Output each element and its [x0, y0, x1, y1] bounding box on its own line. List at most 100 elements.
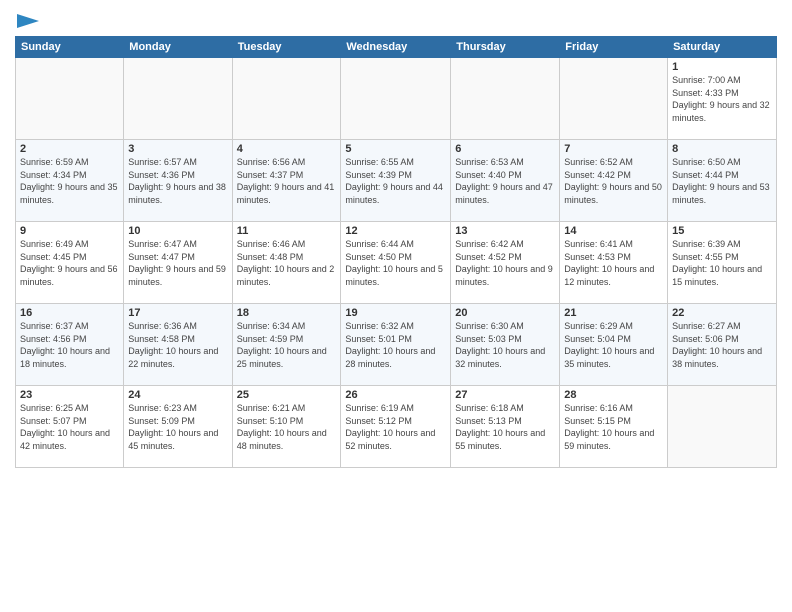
day-number: 16 — [20, 307, 119, 319]
calendar-cell: 25Sunrise: 6:21 AM Sunset: 5:10 PM Dayli… — [232, 386, 341, 468]
day-info: Sunrise: 6:36 AM Sunset: 4:58 PM Dayligh… — [128, 320, 227, 370]
day-info: Sunrise: 6:41 AM Sunset: 4:53 PM Dayligh… — [564, 238, 663, 288]
calendar-cell: 5Sunrise: 6:55 AM Sunset: 4:39 PM Daylig… — [341, 140, 451, 222]
weekday-header-row: SundayMondayTuesdayWednesdayThursdayFrid… — [16, 37, 777, 58]
calendar-cell: 14Sunrise: 6:41 AM Sunset: 4:53 PM Dayli… — [560, 222, 668, 304]
calendar-cell — [16, 58, 124, 140]
calendar-cell: 10Sunrise: 6:47 AM Sunset: 4:47 PM Dayli… — [124, 222, 232, 304]
day-number: 11 — [237, 225, 337, 237]
calendar-table: SundayMondayTuesdayWednesdayThursdayFrid… — [15, 36, 777, 468]
day-number: 1 — [672, 61, 772, 73]
day-number: 2 — [20, 143, 119, 155]
day-number: 8 — [672, 143, 772, 155]
day-info: Sunrise: 6:21 AM Sunset: 5:10 PM Dayligh… — [237, 402, 337, 452]
day-number: 19 — [345, 307, 446, 319]
day-info: Sunrise: 6:49 AM Sunset: 4:45 PM Dayligh… — [20, 238, 119, 288]
calendar-cell: 28Sunrise: 6:16 AM Sunset: 5:15 PM Dayli… — [560, 386, 668, 468]
day-info: Sunrise: 6:52 AM Sunset: 4:42 PM Dayligh… — [564, 156, 663, 206]
calendar-cell: 22Sunrise: 6:27 AM Sunset: 5:06 PM Dayli… — [668, 304, 777, 386]
day-info: Sunrise: 6:39 AM Sunset: 4:55 PM Dayligh… — [672, 238, 772, 288]
calendar-cell: 17Sunrise: 6:36 AM Sunset: 4:58 PM Dayli… — [124, 304, 232, 386]
calendar-cell: 6Sunrise: 6:53 AM Sunset: 4:40 PM Daylig… — [451, 140, 560, 222]
day-number: 7 — [564, 143, 663, 155]
calendar-cell: 21Sunrise: 6:29 AM Sunset: 5:04 PM Dayli… — [560, 304, 668, 386]
day-info: Sunrise: 6:50 AM Sunset: 4:44 PM Dayligh… — [672, 156, 772, 206]
day-info: Sunrise: 6:56 AM Sunset: 4:37 PM Dayligh… — [237, 156, 337, 206]
calendar-cell: 1Sunrise: 7:00 AM Sunset: 4:33 PM Daylig… — [668, 58, 777, 140]
day-number: 22 — [672, 307, 772, 319]
calendar-cell: 11Sunrise: 6:46 AM Sunset: 4:48 PM Dayli… — [232, 222, 341, 304]
logo-arrow-icon — [17, 10, 39, 32]
day-info: Sunrise: 6:30 AM Sunset: 5:03 PM Dayligh… — [455, 320, 555, 370]
day-number: 21 — [564, 307, 663, 319]
calendar-cell: 27Sunrise: 6:18 AM Sunset: 5:13 PM Dayli… — [451, 386, 560, 468]
day-info: Sunrise: 6:32 AM Sunset: 5:01 PM Dayligh… — [345, 320, 446, 370]
day-number: 25 — [237, 389, 337, 401]
calendar-cell: 20Sunrise: 6:30 AM Sunset: 5:03 PM Dayli… — [451, 304, 560, 386]
calendar-cell: 8Sunrise: 6:50 AM Sunset: 4:44 PM Daylig… — [668, 140, 777, 222]
calendar-cell: 12Sunrise: 6:44 AM Sunset: 4:50 PM Dayli… — [341, 222, 451, 304]
calendar-cell — [451, 58, 560, 140]
day-number: 12 — [345, 225, 446, 237]
calendar-cell: 15Sunrise: 6:39 AM Sunset: 4:55 PM Dayli… — [668, 222, 777, 304]
day-info: Sunrise: 6:55 AM Sunset: 4:39 PM Dayligh… — [345, 156, 446, 206]
logo — [15, 10, 39, 32]
day-info: Sunrise: 6:44 AM Sunset: 4:50 PM Dayligh… — [345, 238, 446, 288]
day-number: 4 — [237, 143, 337, 155]
day-number: 17 — [128, 307, 227, 319]
day-number: 6 — [455, 143, 555, 155]
weekday-header-thursday: Thursday — [451, 37, 560, 58]
day-info: Sunrise: 6:19 AM Sunset: 5:12 PM Dayligh… — [345, 402, 446, 452]
day-info: Sunrise: 6:46 AM Sunset: 4:48 PM Dayligh… — [237, 238, 337, 288]
day-info: Sunrise: 6:29 AM Sunset: 5:04 PM Dayligh… — [564, 320, 663, 370]
day-info: Sunrise: 6:34 AM Sunset: 4:59 PM Dayligh… — [237, 320, 337, 370]
day-info: Sunrise: 6:57 AM Sunset: 4:36 PM Dayligh… — [128, 156, 227, 206]
day-number: 13 — [455, 225, 555, 237]
week-row-2: 2Sunrise: 6:59 AM Sunset: 4:34 PM Daylig… — [16, 140, 777, 222]
day-number: 14 — [564, 225, 663, 237]
calendar-cell: 19Sunrise: 6:32 AM Sunset: 5:01 PM Dayli… — [341, 304, 451, 386]
calendar-cell: 4Sunrise: 6:56 AM Sunset: 4:37 PM Daylig… — [232, 140, 341, 222]
weekday-header-friday: Friday — [560, 37, 668, 58]
calendar-cell — [232, 58, 341, 140]
day-number: 3 — [128, 143, 227, 155]
day-info: Sunrise: 6:47 AM Sunset: 4:47 PM Dayligh… — [128, 238, 227, 288]
calendar-cell: 26Sunrise: 6:19 AM Sunset: 5:12 PM Dayli… — [341, 386, 451, 468]
calendar-page: SundayMondayTuesdayWednesdayThursdayFrid… — [0, 0, 792, 612]
week-row-1: 1Sunrise: 7:00 AM Sunset: 4:33 PM Daylig… — [16, 58, 777, 140]
weekday-header-sunday: Sunday — [16, 37, 124, 58]
calendar-cell — [124, 58, 232, 140]
calendar-cell: 3Sunrise: 6:57 AM Sunset: 4:36 PM Daylig… — [124, 140, 232, 222]
day-number: 24 — [128, 389, 227, 401]
calendar-cell — [341, 58, 451, 140]
day-number: 28 — [564, 389, 663, 401]
day-number: 27 — [455, 389, 555, 401]
calendar-cell — [560, 58, 668, 140]
logo-text — [15, 10, 39, 32]
day-info: Sunrise: 6:18 AM Sunset: 5:13 PM Dayligh… — [455, 402, 555, 452]
day-number: 15 — [672, 225, 772, 237]
day-info: Sunrise: 6:37 AM Sunset: 4:56 PM Dayligh… — [20, 320, 119, 370]
weekday-header-monday: Monday — [124, 37, 232, 58]
day-info: Sunrise: 6:59 AM Sunset: 4:34 PM Dayligh… — [20, 156, 119, 206]
weekday-header-saturday: Saturday — [668, 37, 777, 58]
day-number: 23 — [20, 389, 119, 401]
calendar-cell: 23Sunrise: 6:25 AM Sunset: 5:07 PM Dayli… — [16, 386, 124, 468]
weekday-header-tuesday: Tuesday — [232, 37, 341, 58]
calendar-cell: 18Sunrise: 6:34 AM Sunset: 4:59 PM Dayli… — [232, 304, 341, 386]
calendar-cell: 16Sunrise: 6:37 AM Sunset: 4:56 PM Dayli… — [16, 304, 124, 386]
calendar-cell — [668, 386, 777, 468]
week-row-4: 16Sunrise: 6:37 AM Sunset: 4:56 PM Dayli… — [16, 304, 777, 386]
day-info: Sunrise: 7:00 AM Sunset: 4:33 PM Dayligh… — [672, 74, 772, 124]
day-number: 9 — [20, 225, 119, 237]
calendar-cell: 24Sunrise: 6:23 AM Sunset: 5:09 PM Dayli… — [124, 386, 232, 468]
calendar-cell: 7Sunrise: 6:52 AM Sunset: 4:42 PM Daylig… — [560, 140, 668, 222]
calendar-cell: 2Sunrise: 6:59 AM Sunset: 4:34 PM Daylig… — [16, 140, 124, 222]
day-info: Sunrise: 6:42 AM Sunset: 4:52 PM Dayligh… — [455, 238, 555, 288]
header — [15, 10, 777, 32]
day-info: Sunrise: 6:25 AM Sunset: 5:07 PM Dayligh… — [20, 402, 119, 452]
day-info: Sunrise: 6:23 AM Sunset: 5:09 PM Dayligh… — [128, 402, 227, 452]
day-number: 18 — [237, 307, 337, 319]
week-row-5: 23Sunrise: 6:25 AM Sunset: 5:07 PM Dayli… — [16, 386, 777, 468]
week-row-3: 9Sunrise: 6:49 AM Sunset: 4:45 PM Daylig… — [16, 222, 777, 304]
